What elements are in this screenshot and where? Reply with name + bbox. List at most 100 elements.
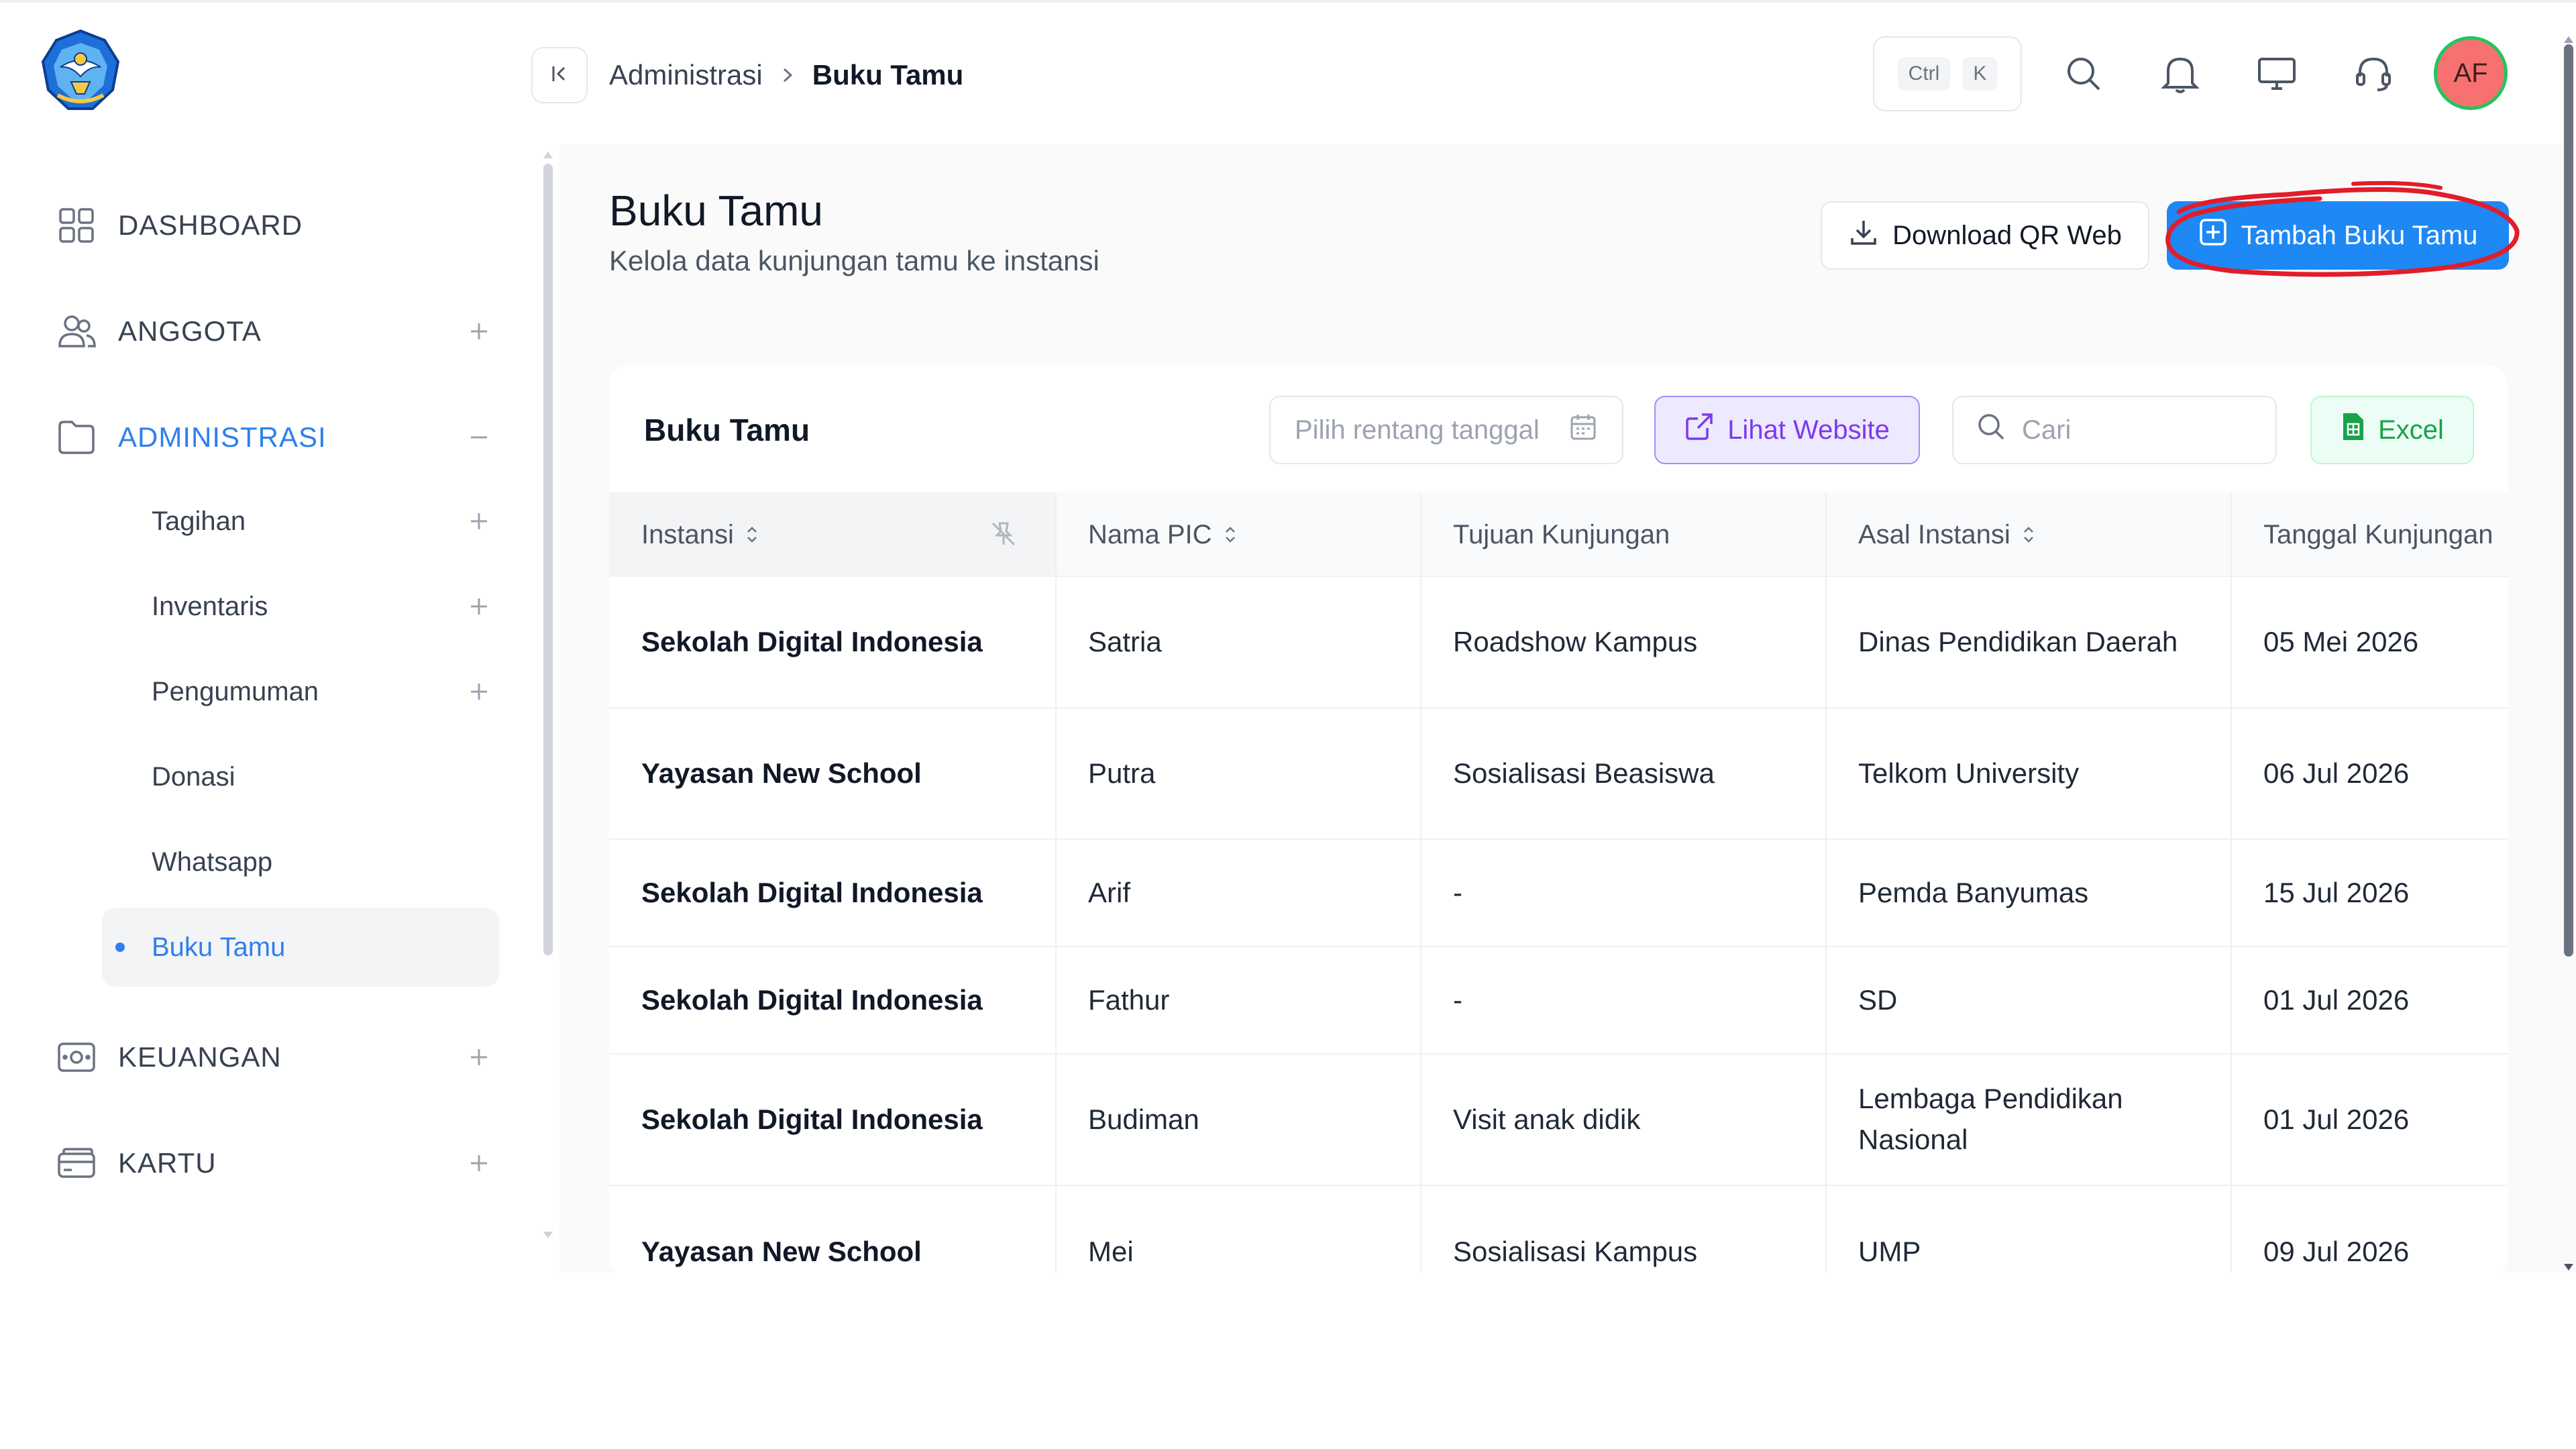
cell-tanggal-kunjungan: 05 Mei 2026 [2263, 625, 2419, 657]
chevron-right-icon [780, 65, 795, 85]
expand-plus-icon[interactable] [459, 311, 499, 352]
sidebar-subitem-whatsapp[interactable]: Whatsapp [102, 822, 499, 902]
monitor-icon[interactable] [2254, 51, 2300, 97]
excel-label: Excel [2378, 415, 2444, 445]
scroll-down-icon[interactable] [2564, 1264, 2573, 1271]
sidebar-subitem-label: Inventaris [152, 591, 268, 621]
column-header-asal-instansi[interactable]: Asal Instansi [1826, 492, 2231, 577]
collapse-minus-icon[interactable] [459, 417, 499, 458]
bell-icon[interactable] [2157, 51, 2203, 97]
cell-tanggal-kunjungan: 01 Jul 2026 [2263, 983, 2410, 1016]
sidebar-item-anggota[interactable]: ANGGOTA [56, 305, 499, 358]
table-header: Instansi Nama PIC Tujuan Kunjungan Asal … [609, 492, 2508, 577]
cell-asal-instansi: Pemda Banyumas [1858, 876, 2089, 908]
sort-icon[interactable] [1223, 524, 1238, 545]
sidebar-item-label: DASHBOARD [118, 209, 303, 241]
sidebar-subitem-label: Buku Tamu [152, 932, 286, 962]
sidebar-subitem-pengumuman[interactable]: Pengumuman [102, 652, 499, 731]
date-range-picker[interactable]: Pilih rentang tanggal [1269, 396, 1623, 464]
sidebar-item-administrasi[interactable]: ADMINISTRASI [56, 411, 499, 464]
user-avatar[interactable]: AF [2434, 36, 2508, 110]
column-label: Nama PIC [1088, 519, 1212, 549]
cell-tujuan-kunjungan: - [1453, 983, 1462, 1016]
card-icon [56, 1143, 97, 1183]
sidebar-subitem-donasi[interactable]: Donasi [102, 737, 499, 816]
page-scroll-thumb[interactable] [2564, 44, 2573, 957]
sidebar-subitem-buku-tamu[interactable]: Buku Tamu [102, 908, 499, 987]
expand-plus-icon[interactable] [459, 1143, 499, 1183]
sidebar-item-label: KEUANGAN [118, 1041, 282, 1073]
cell-instansi: Yayasan New School [641, 1235, 922, 1267]
collapse-sidebar-button[interactable] [531, 47, 588, 103]
column-header-tanggal-kunjungan[interactable]: Tanggal Kunjungan [2231, 492, 2508, 577]
collapse-left-icon [548, 62, 571, 89]
sidebar-subitem-label: Pengumuman [152, 676, 319, 706]
breadcrumb-current: Buku Tamu [812, 59, 964, 91]
excel-file-icon [2341, 412, 2365, 448]
sidebar-subitem-label: Whatsapp [152, 847, 273, 877]
cell-nama-pic: Putra [1088, 757, 1156, 789]
export-excel-button[interactable]: Excel [2310, 396, 2474, 464]
lihat-website-button[interactable]: Lihat Website [1654, 396, 1920, 464]
lihat-website-label: Lihat Website [1727, 415, 1890, 445]
scroll-down-icon[interactable] [543, 1232, 553, 1238]
cell-instansi: Sekolah Digital Indonesia [641, 983, 983, 1016]
column-label: Instansi [641, 519, 734, 549]
sidebar-item-dashboard[interactable]: DASHBOARD [56, 199, 499, 252]
sort-icon[interactable] [2021, 524, 2036, 545]
breadcrumb-administrasi[interactable]: Administrasi [609, 59, 763, 91]
cell-tujuan-kunjungan: - [1453, 876, 1462, 908]
scroll-up-icon[interactable] [543, 152, 553, 158]
headset-icon[interactable] [2351, 51, 2396, 97]
table-search-input[interactable]: Cari [1952, 396, 2277, 464]
external-link-icon [1684, 412, 1714, 448]
cell-instansi: Yayasan New School [641, 757, 922, 789]
cell-nama-pic: Fathur [1088, 983, 1170, 1016]
tambah-buku-tamu-button[interactable]: Tambah Buku Tamu [2167, 201, 2509, 270]
expand-plus-icon[interactable] [459, 1037, 499, 1077]
cell-tujuan-kunjungan: Roadshow Kampus [1453, 625, 1698, 657]
command-palette-shortcut[interactable]: Ctrl K [1873, 36, 2022, 111]
unpin-icon[interactable] [989, 519, 1018, 555]
expand-plus-icon[interactable] [459, 672, 499, 712]
expand-plus-icon[interactable] [459, 501, 499, 541]
download-qr-web-label: Download QR Web [1892, 220, 2122, 250]
table-row[interactable]: Sekolah Digital Indonesia Satria Roadsho… [609, 577, 2508, 708]
sidebar-item-label: KARTU [118, 1147, 217, 1179]
column-header-tujuan-kunjungan[interactable]: Tujuan Kunjungan [1421, 492, 1826, 577]
cell-tujuan-kunjungan: Sosialisasi Kampus [1453, 1235, 1698, 1267]
sort-icon[interactable] [745, 524, 759, 545]
plus-square-icon [2198, 217, 2228, 254]
tut-wuri-handayani-logo [38, 28, 123, 114]
kbd-ctrl: Ctrl [1897, 57, 1951, 91]
search-placeholder: Cari [2022, 415, 2072, 445]
sidebar-item-kartu[interactable]: KARTU [56, 1136, 499, 1190]
cell-nama-pic: Mei [1088, 1235, 1134, 1267]
money-icon [56, 1037, 97, 1077]
sidebar-item-label: ADMINISTRASI [118, 421, 327, 453]
sidebar-subitem-inventaris[interactable]: Inventaris [102, 567, 499, 646]
download-qr-web-button[interactable]: Download QR Web [1821, 201, 2149, 270]
expand-plus-icon[interactable] [459, 586, 499, 627]
sidebar: DASHBOARD ANGGOTA ADMINISTRASI Tagihan I… [0, 3, 559, 1273]
table-row[interactable]: Yayasan New School Mei Sosialisasi Kampu… [609, 1186, 2508, 1273]
sidebar-scroll-thumb[interactable] [543, 164, 553, 955]
column-header-instansi[interactable]: Instansi [609, 492, 1056, 577]
calendar-icon [1568, 412, 1598, 448]
cell-tanggal-kunjungan: 15 Jul 2026 [2263, 876, 2410, 908]
scroll-up-icon[interactable] [2564, 36, 2573, 43]
search-icon [1976, 412, 2006, 448]
sidebar-scrollbar[interactable] [542, 152, 554, 1238]
sidebar-subitem-tagihan[interactable]: Tagihan [102, 482, 499, 561]
search-icon[interactable] [2061, 51, 2106, 97]
sidebar-item-keuangan[interactable]: KEUANGAN [56, 1030, 499, 1084]
cell-tujuan-kunjungan: Sosialisasi Beasiswa [1453, 757, 1715, 789]
page-scrollbar[interactable] [2561, 36, 2576, 1271]
table-row[interactable]: Sekolah Digital Indonesia Fathur - SD 01… [609, 947, 2508, 1055]
buku-tamu-card: Buku Tamu Pilih rentang tanggal Lihat We… [609, 365, 2508, 1273]
column-header-nama-pic[interactable]: Nama PIC [1056, 492, 1421, 577]
column-label: Asal Instansi [1858, 519, 2010, 549]
table-row[interactable]: Sekolah Digital Indonesia Arif - Pemda B… [609, 840, 2508, 947]
table-row[interactable]: Yayasan New School Putra Sosialisasi Bea… [609, 708, 2508, 840]
table-row[interactable]: Sekolah Digital Indonesia Budiman Visit … [609, 1055, 2508, 1186]
